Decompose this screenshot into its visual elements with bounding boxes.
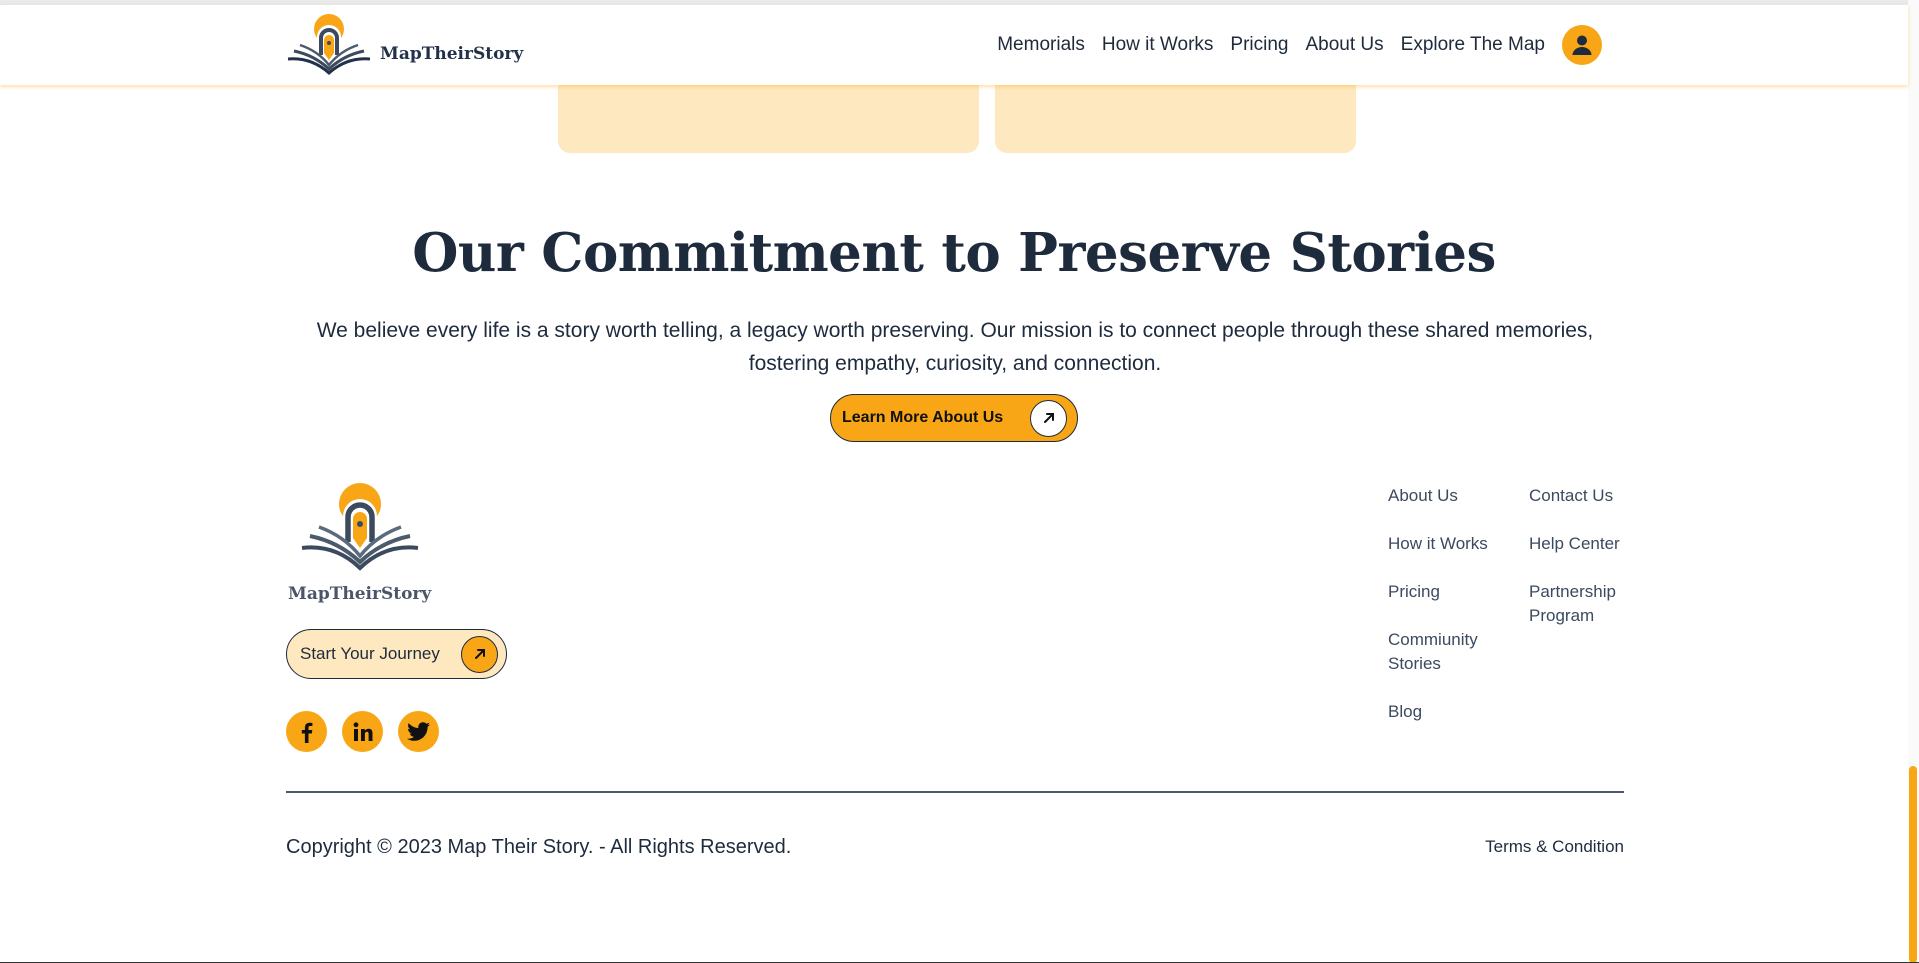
learn-more-button[interactable]: Learn More About Us — [830, 394, 1078, 442]
footer-link-pricing[interactable]: Pricing — [1388, 580, 1508, 604]
profile-button[interactable] — [1562, 25, 1602, 65]
footer-link-how-it-works[interactable]: How it Works — [1388, 532, 1508, 556]
start-journey-label: Start Your Journey — [300, 644, 440, 663]
arrow-up-right-icon — [461, 635, 498, 673]
twitter-link[interactable] — [398, 711, 439, 752]
footer-link-community-stories[interactable]: Commiunity Stories — [1388, 628, 1508, 676]
footer-link-blog[interactable]: Blog — [1388, 700, 1508, 724]
linkedin-icon — [353, 721, 372, 741]
footer-logo[interactable]: MapTheirStory — [288, 482, 431, 604]
feature-card-2 — [995, 85, 1356, 153]
linkedin-link[interactable] — [342, 711, 383, 752]
logo-icon — [301, 483, 418, 571]
footer-links-col-1: About Us How it Works Pricing Commiunity… — [1388, 484, 1508, 724]
footer-link-about-us[interactable]: About Us — [1388, 484, 1508, 508]
section-title: Our Commitment to Preserve Stories — [412, 222, 1496, 284]
footer-link-contact-us[interactable]: Contact Us — [1529, 484, 1639, 508]
user-icon — [1572, 35, 1592, 55]
facebook-icon — [301, 722, 312, 743]
main-nav: Memorials How it Works Pricing About Us … — [980, 5, 1602, 85]
footer-link-help-center[interactable]: Help Center — [1529, 532, 1639, 556]
nav-pricing[interactable]: Pricing — [1230, 34, 1288, 56]
learn-more-label: Learn More About Us — [842, 409, 1004, 426]
social-links — [286, 711, 454, 752]
mission-text: We believe every life is a story worth t… — [316, 319, 1594, 375]
facebook-link[interactable] — [286, 711, 327, 752]
site-header: MapTheirStory Memorials How it Works Pri… — [0, 5, 1908, 85]
logo-icon — [287, 14, 371, 76]
nav-about-us[interactable]: About Us — [1306, 34, 1384, 56]
nav-memorials[interactable]: Memorials — [997, 34, 1085, 56]
header-brand-name: MapTheirStory — [380, 44, 524, 64]
nav-how-it-works[interactable]: How it Works — [1102, 34, 1214, 56]
footer-brand-name: MapTheirStory — [288, 584, 432, 604]
footer-divider — [286, 791, 1624, 793]
header-logo[interactable]: MapTheirStory — [286, 13, 523, 79]
start-journey-button[interactable]: Start Your Journey — [286, 629, 507, 679]
twitter-icon — [406, 721, 430, 741]
footer-link-partnership-program[interactable]: Partnership Program — [1529, 580, 1639, 628]
feature-card-1 — [558, 85, 979, 153]
terms-link[interactable]: Terms & Condition — [1485, 837, 1624, 857]
arrow-up-right-icon — [1030, 399, 1067, 437]
nav-explore-the-map[interactable]: Explore The Map — [1401, 34, 1545, 56]
scrollbar-thumb[interactable] — [1909, 766, 1917, 963]
footer-links-col-2: Contact Us Help Center Partnership Progr… — [1529, 484, 1639, 628]
copyright-text: Copyright © 2023 Map Their Story. - All … — [286, 836, 792, 858]
